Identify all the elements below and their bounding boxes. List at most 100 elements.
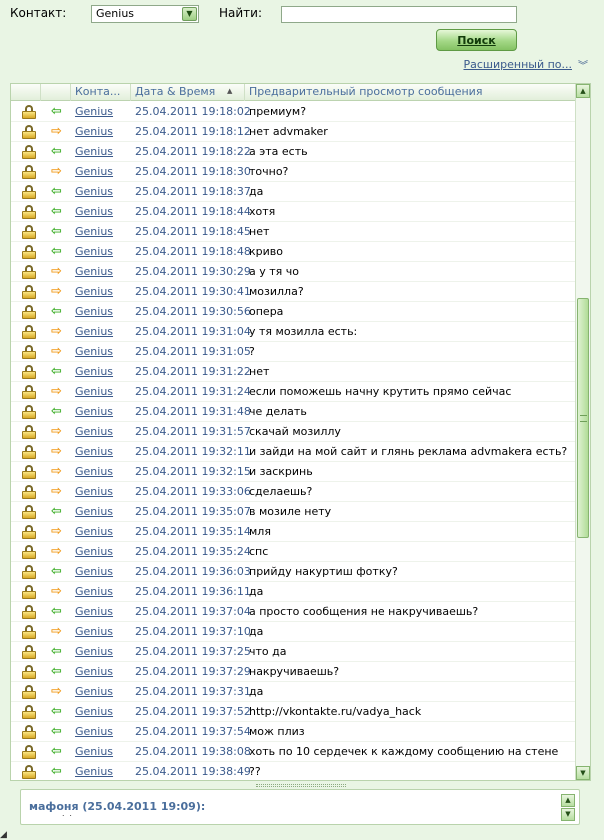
scroll-up-button[interactable]: ▲ <box>576 84 590 98</box>
header-direction-column[interactable] <box>41 84 71 101</box>
row-datetime: 25.04.2011 19:18:48 <box>135 245 251 258</box>
table-row[interactable]: ⇨ Genius 25.04.2011 19:31:57 скачай мозиллу <box>11 422 576 442</box>
row-contact-link[interactable]: Genius <box>75 202 113 221</box>
row-contact-link[interactable]: Genius <box>75 262 113 281</box>
row-contact-link[interactable]: Genius <box>75 402 113 421</box>
table-row[interactable]: ⇨ Genius 25.04.2011 19:32:15 и заскринь <box>11 462 576 482</box>
table-row[interactable]: ⇦ Genius 25.04.2011 19:18:22 а эта есть <box>11 142 576 162</box>
row-datetime: 25.04.2011 19:18:45 <box>135 225 251 238</box>
table-row[interactable]: ⇨ Genius 25.04.2011 19:35:24 спс <box>11 542 576 562</box>
lock-icon <box>22 245 36 259</box>
preview-scroll-down-button[interactable]: ▼ <box>561 808 575 821</box>
row-contact-link[interactable]: Genius <box>75 362 113 381</box>
table-row[interactable]: ⇦ Genius 25.04.2011 19:18:44 хотя <box>11 202 576 222</box>
row-contact-link[interactable]: Genius <box>75 342 113 361</box>
row-contact-link[interactable]: Genius <box>75 182 113 201</box>
table-row[interactable]: ⇨ Genius 25.04.2011 19:36:11 да <box>11 582 576 602</box>
row-contact-link[interactable]: Genius <box>75 762 113 780</box>
table-row[interactable]: ⇦ Genius 25.04.2011 19:31:22 нет <box>11 362 576 382</box>
row-contact-link[interactable]: Genius <box>75 282 113 301</box>
table-row[interactable]: ⇨ Genius 25.04.2011 19:37:31 да <box>11 682 576 702</box>
row-message-preview: скачай мозиллу <box>249 425 341 438</box>
advanced-search-link[interactable]: Расширенный по... <box>463 58 572 71</box>
table-row[interactable]: ⇦ Genius 25.04.2011 19:37:29 накручиваешь? <box>11 662 576 682</box>
row-contact-link[interactable]: Genius <box>75 102 113 121</box>
row-contact-link[interactable]: Genius <box>75 382 113 401</box>
contact-select[interactable]: Genius ▼ <box>91 5 199 23</box>
table-row[interactable]: ⇦ Genius 25.04.2011 19:38:08 хоть по 10 сер… <box>11 742 576 762</box>
row-contact-link[interactable]: Genius <box>75 702 113 721</box>
table-row[interactable]: ⇦ Genius 25.04.2011 19:18:37 да <box>11 182 576 202</box>
lock-icon <box>22 565 36 579</box>
lock-icon <box>22 665 36 679</box>
table-row[interactable]: ⇦ Genius 25.04.2011 19:37:04 а просто сообщ… <box>11 602 576 622</box>
row-contact-link[interactable]: Genius <box>75 302 113 321</box>
row-contact-link[interactable]: Genius <box>75 502 113 521</box>
table-row[interactable]: ⇦ Genius 25.04.2011 19:18:02 премиум? <box>11 102 576 122</box>
row-contact-link[interactable]: Genius <box>75 542 113 561</box>
table-row[interactable]: ⇦ Genius 25.04.2011 19:18:48 криво <box>11 242 576 262</box>
row-datetime: 25.04.2011 19:31:22 <box>135 365 251 378</box>
panel-splitter[interactable] <box>256 784 346 787</box>
row-contact-link[interactable]: Genius <box>75 682 113 701</box>
row-contact-link[interactable]: Genius <box>75 162 113 181</box>
row-contact-link[interactable]: Genius <box>75 122 113 141</box>
search-button[interactable]: Поиск <box>436 29 517 51</box>
table-row[interactable]: ⇦ Genius 25.04.2011 19:37:54 мож плиз <box>11 722 576 742</box>
table-row[interactable]: ⇦ Genius 25.04.2011 19:35:07 в мозиле нету <box>11 502 576 522</box>
table-row[interactable]: ⇨ Genius 25.04.2011 19:37:10 да <box>11 622 576 642</box>
table-row[interactable]: ⇨ Genius 25.04.2011 19:32:11 и зайди на мой… <box>11 442 576 462</box>
row-contact-link[interactable]: Genius <box>75 422 113 441</box>
row-contact-link[interactable]: Genius <box>75 622 113 641</box>
row-contact-link[interactable]: Genius <box>75 602 113 621</box>
header-contact[interactable]: Конта... <box>71 84 131 101</box>
row-datetime: 25.04.2011 19:30:56 <box>135 305 251 318</box>
row-contact-link[interactable]: Genius <box>75 482 113 501</box>
scroll-down-button[interactable]: ▼ <box>576 766 590 780</box>
header-lock-column[interactable] <box>11 84 41 101</box>
table-row[interactable]: ⇦ Genius 25.04.2011 19:38:49?? <box>11 762 576 780</box>
row-contact-link[interactable]: Genius <box>75 642 113 661</box>
row-contact-link[interactable]: Genius <box>75 722 113 741</box>
row-contact-link[interactable]: Genius <box>75 662 113 681</box>
row-contact-link[interactable]: Genius <box>75 562 113 581</box>
row-contact-link[interactable]: Genius <box>75 462 113 481</box>
row-message-preview: да <box>249 585 264 598</box>
message-preview-panel[interactable]: мафоня (25.04.2011 19:09): ˙ ˙ ▲ ▼ <box>20 789 580 825</box>
lock-icon <box>22 305 36 319</box>
table-row[interactable]: ⇦ Genius 25.04.2011 19:31:48 че делать <box>11 402 576 422</box>
incoming-arrow-icon: ⇦ <box>51 144 62 159</box>
table-row[interactable]: ⇨ Genius 25.04.2011 19:33:06 сделаешь? <box>11 482 576 502</box>
row-contact-link[interactable]: Genius <box>75 582 113 601</box>
lock-icon <box>22 625 36 639</box>
lock-icon <box>22 725 36 739</box>
row-contact-link[interactable]: Genius <box>75 522 113 541</box>
row-contact-link[interactable]: Genius <box>75 742 113 761</box>
table-row[interactable]: ⇨ Genius 25.04.2011 19:31:24 если поможешь … <box>11 382 576 402</box>
table-row[interactable]: ⇦ Genius 25.04.2011 19:30:56 опера <box>11 302 576 322</box>
table-row[interactable]: ⇦ Genius 25.04.2011 19:37:25 что да <box>11 642 576 662</box>
table-row[interactable]: ⇦ Genius 25.04.2011 19:18:45 нет <box>11 222 576 242</box>
table-row[interactable]: ⇨ Genius 25.04.2011 19:18:12 нет advmaker <box>11 122 576 142</box>
row-contact-link[interactable]: Genius <box>75 142 113 161</box>
vertical-scrollbar[interactable]: ▲ ▼ <box>575 84 590 780</box>
row-contact-link[interactable]: Genius <box>75 442 113 461</box>
table-row[interactable]: ⇦ Genius 25.04.2011 19:37:52 http://vkontak… <box>11 702 576 722</box>
scroll-thumb[interactable] <box>577 298 589 538</box>
table-row[interactable]: ⇨ Genius 25.04.2011 19:31:05? <box>11 342 576 362</box>
preview-scroll-up-button[interactable]: ▲ <box>561 794 575 807</box>
header-message-preview[interactable]: Предварительный просмотр сообщения <box>245 84 576 101</box>
table-row[interactable]: ⇨ Genius 25.04.2011 19:35:14 мля <box>11 522 576 542</box>
chevron-down-icon[interactable]: ▼ <box>182 7 197 21</box>
table-row[interactable]: ⇦ Genius 25.04.2011 19:36:03 прийду накурти… <box>11 562 576 582</box>
row-contact-link[interactable]: Genius <box>75 242 113 261</box>
table-row[interactable]: ⇨ Genius 25.04.2011 19:31:04 у тя мозилла е… <box>11 322 576 342</box>
row-contact-link[interactable]: Genius <box>75 322 113 341</box>
row-contact-link[interactable]: Genius <box>75 222 113 241</box>
search-input[interactable] <box>281 6 517 23</box>
row-message-preview: нет <box>249 225 270 238</box>
table-row[interactable]: ⇨ Genius 25.04.2011 19:30:29 а у тя чо <box>11 262 576 282</box>
double-chevron-down-icon[interactable]: ︾ <box>578 57 588 72</box>
table-row[interactable]: ⇨ Genius 25.04.2011 19:30:41 мозилла? <box>11 282 576 302</box>
table-row[interactable]: ⇨ Genius 25.04.2011 19:18:30 точно? <box>11 162 576 182</box>
